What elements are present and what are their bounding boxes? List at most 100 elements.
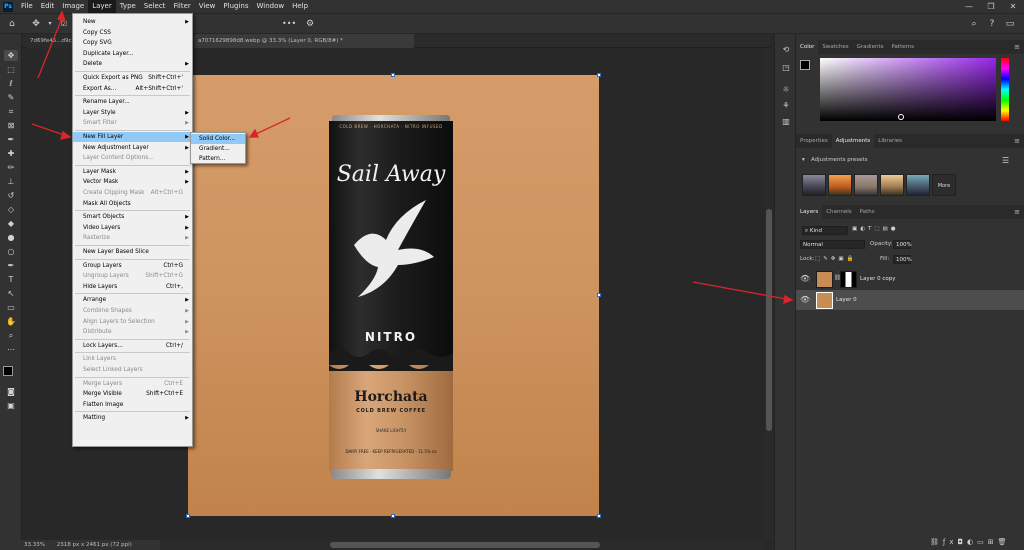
scroll-thumb[interactable] <box>330 542 600 548</box>
transform-handle[interactable] <box>597 293 601 297</box>
menu-item-vector-mask[interactable]: Vector Mask ▶ <box>73 177 192 187</box>
menu-item-duplicate-layer[interactable]: Duplicate Layer... <box>73 49 192 59</box>
menu-image[interactable]: Image <box>58 0 88 13</box>
layer-name[interactable]: Layer 0 copy <box>860 269 895 289</box>
layer-filter-kind[interactable]: ⌕ Kind <box>802 226 848 235</box>
visibility-eye-icon[interactable]: 👁 <box>800 295 810 304</box>
menu-edit[interactable]: Edit <box>37 0 59 13</box>
menu-item-new[interactable]: New ▶ <box>73 17 192 27</box>
screen-mode-icon[interactable]: ▣ <box>4 400 18 411</box>
document-tab-inactive[interactable]: 7d69fe45...d9c69 <box>26 34 74 48</box>
more-tools-icon[interactable]: ⋯ <box>4 344 18 355</box>
menu-item-merge-visible[interactable]: Merge Visible Shift+Ctrl+E <box>73 389 192 399</box>
blend-mode-select[interactable]: Normal <box>800 240 865 249</box>
help-icon[interactable]: ? <box>986 18 998 30</box>
transform-handle[interactable] <box>597 514 601 518</box>
hue-slider[interactable] <box>1001 58 1009 121</box>
menu-item-delete[interactable]: Delete ▶ <box>73 59 192 69</box>
gear-icon[interactable]: ⚙ <box>304 18 316 30</box>
menu-item-export-as[interactable]: Export As... Alt+Shift+Ctrl+' <box>73 84 192 94</box>
frame-tool-icon[interactable]: ⊠ <box>4 120 18 131</box>
close-button[interactable]: ✕ <box>1004 0 1022 13</box>
minimize-button[interactable]: — <box>960 0 978 13</box>
marquee-tool-icon[interactable]: ⬚ <box>4 64 18 75</box>
foreground-color-chip[interactable] <box>800 60 810 70</box>
menu-item-group-layers[interactable]: Group Layers Ctrl+G <box>73 261 192 271</box>
menu-select[interactable]: Select <box>140 0 170 13</box>
menu-filter[interactable]: Filter <box>169 0 194 13</box>
chevron-down-icon[interactable]: ▾ <box>802 157 805 163</box>
clone-stamp-icon[interactable]: ⊥ <box>4 176 18 187</box>
menu-item-mask-all-objects[interactable]: Mask All Objects <box>73 199 192 209</box>
menu-plugins[interactable]: Plugins <box>219 0 252 13</box>
home-icon[interactable]: ⌂ <box>6 18 18 30</box>
menu-item-hide-layers[interactable]: Hide Layers Ctrl+, <box>73 282 192 292</box>
transform-handle[interactable] <box>391 514 395 518</box>
move-tool-icon[interactable]: ✥ <box>4 50 18 61</box>
preset-thumbnail[interactable] <box>828 174 852 196</box>
libraries-icon[interactable]: ▥ <box>780 116 792 128</box>
adjustments-icon[interactable]: ☼ <box>780 84 792 96</box>
list-view-icon[interactable]: ☰ <box>1002 156 1009 165</box>
lock-icons[interactable]: ⬚✎✥▣🔒 <box>815 256 856 262</box>
restore-button[interactable]: ❐ <box>982 0 1000 13</box>
menu-item-new-layer-based-slice[interactable]: New Layer Based Slice <box>73 247 192 257</box>
eraser-tool-icon[interactable]: ◇ <box>4 204 18 215</box>
menu-item-flatten-image[interactable]: Flatten Image <box>73 400 192 410</box>
foreground-color-swatch[interactable] <box>3 366 13 376</box>
history-brush-icon[interactable]: ↺ <box>4 190 18 201</box>
preset-thumbnail[interactable] <box>906 174 930 196</box>
menu-item-matting[interactable]: Matting ▶ <box>73 413 192 423</box>
menu-help[interactable]: Help <box>288 0 312 13</box>
menu-item-copy-svg[interactable]: Copy SVG <box>73 38 192 48</box>
lasso-tool-icon[interactable]: ℓ <box>4 78 18 89</box>
type-tool-icon[interactable]: T <box>4 274 18 285</box>
workspace-icon[interactable]: ▭ <box>1004 18 1016 30</box>
layer-name[interactable]: Layer 0 <box>836 290 857 310</box>
menu-file[interactable]: File <box>17 0 37 13</box>
panel-menu-icon[interactable]: ≡ <box>1014 205 1020 219</box>
properties-icon[interactable]: ◳ <box>780 62 792 74</box>
menu-item-video-layers[interactable]: Video Layers ▶ <box>73 223 192 233</box>
layers-footer-icons[interactable]: ⛓ƒx◘◐▭⊞🗑 <box>930 538 1011 546</box>
quick-select-tool-icon[interactable]: ✎ <box>4 92 18 103</box>
chevron-down-icon[interactable]: ▾ <box>44 18 56 30</box>
move-tool-icon[interactable]: ✥ <box>30 18 42 30</box>
brush-tool-icon[interactable]: ✏ <box>4 162 18 173</box>
menu-item-arrange[interactable]: Arrange ▶ <box>73 295 192 305</box>
menu-view[interactable]: View <box>195 0 220 13</box>
tab-adjustments[interactable]: Adjustments <box>831 134 875 148</box>
color-picker-field[interactable] <box>820 58 996 121</box>
transform-handle[interactable] <box>391 73 395 77</box>
fill-input[interactable]: 100% <box>893 255 912 264</box>
search-icon[interactable]: ⌕ <box>968 18 980 30</box>
tab-channels[interactable]: Channels <box>822 205 855 219</box>
blur-tool-icon[interactable]: ● <box>4 232 18 243</box>
styles-icon[interactable]: ⚘ <box>780 100 792 112</box>
photoshop-logo-icon[interactable]: Ps <box>3 1 13 12</box>
menu-item-layer-mask[interactable]: Layer Mask ▶ <box>73 167 192 177</box>
pen-tool-icon[interactable]: ✒ <box>4 260 18 271</box>
history-icon[interactable]: ⟲ <box>780 44 792 56</box>
paint-bucket-icon[interactable]: ◆ <box>4 218 18 229</box>
vertical-scrollbar[interactable] <box>765 49 773 540</box>
tab-paths[interactable]: Paths <box>856 205 879 219</box>
crop-tool-icon[interactable]: ⌗ <box>4 106 18 117</box>
tab-gradients[interactable]: Gradients <box>853 40 888 54</box>
horizontal-scrollbar[interactable] <box>160 540 765 550</box>
healing-brush-icon[interactable]: ✚ <box>4 148 18 159</box>
menu-item-layer-style[interactable]: Layer Style ▶ <box>73 108 192 118</box>
opacity-input[interactable]: 100% <box>893 240 912 249</box>
menu-item-rename-layer[interactable]: Rename Layer... <box>73 97 192 107</box>
menu-window[interactable]: Window <box>252 0 288 13</box>
color-picker-cursor[interactable] <box>898 114 904 120</box>
submenu-item-pattern[interactable]: Pattern... <box>191 154 245 164</box>
tab-swatches[interactable]: Swatches <box>818 40 852 54</box>
layer-row-selected[interactable]: 👁 Layer 0 <box>796 290 1024 310</box>
tab-color[interactable]: Color <box>796 40 819 54</box>
hand-tool-icon[interactable]: ✋ <box>4 316 18 327</box>
more-options-icon[interactable]: ••• <box>282 18 296 30</box>
tab-libraries[interactable]: Libraries <box>874 134 906 148</box>
tab-patterns[interactable]: Patterns <box>887 40 918 54</box>
submenu-item-solid-color[interactable]: Solid Color... <box>191 134 245 144</box>
